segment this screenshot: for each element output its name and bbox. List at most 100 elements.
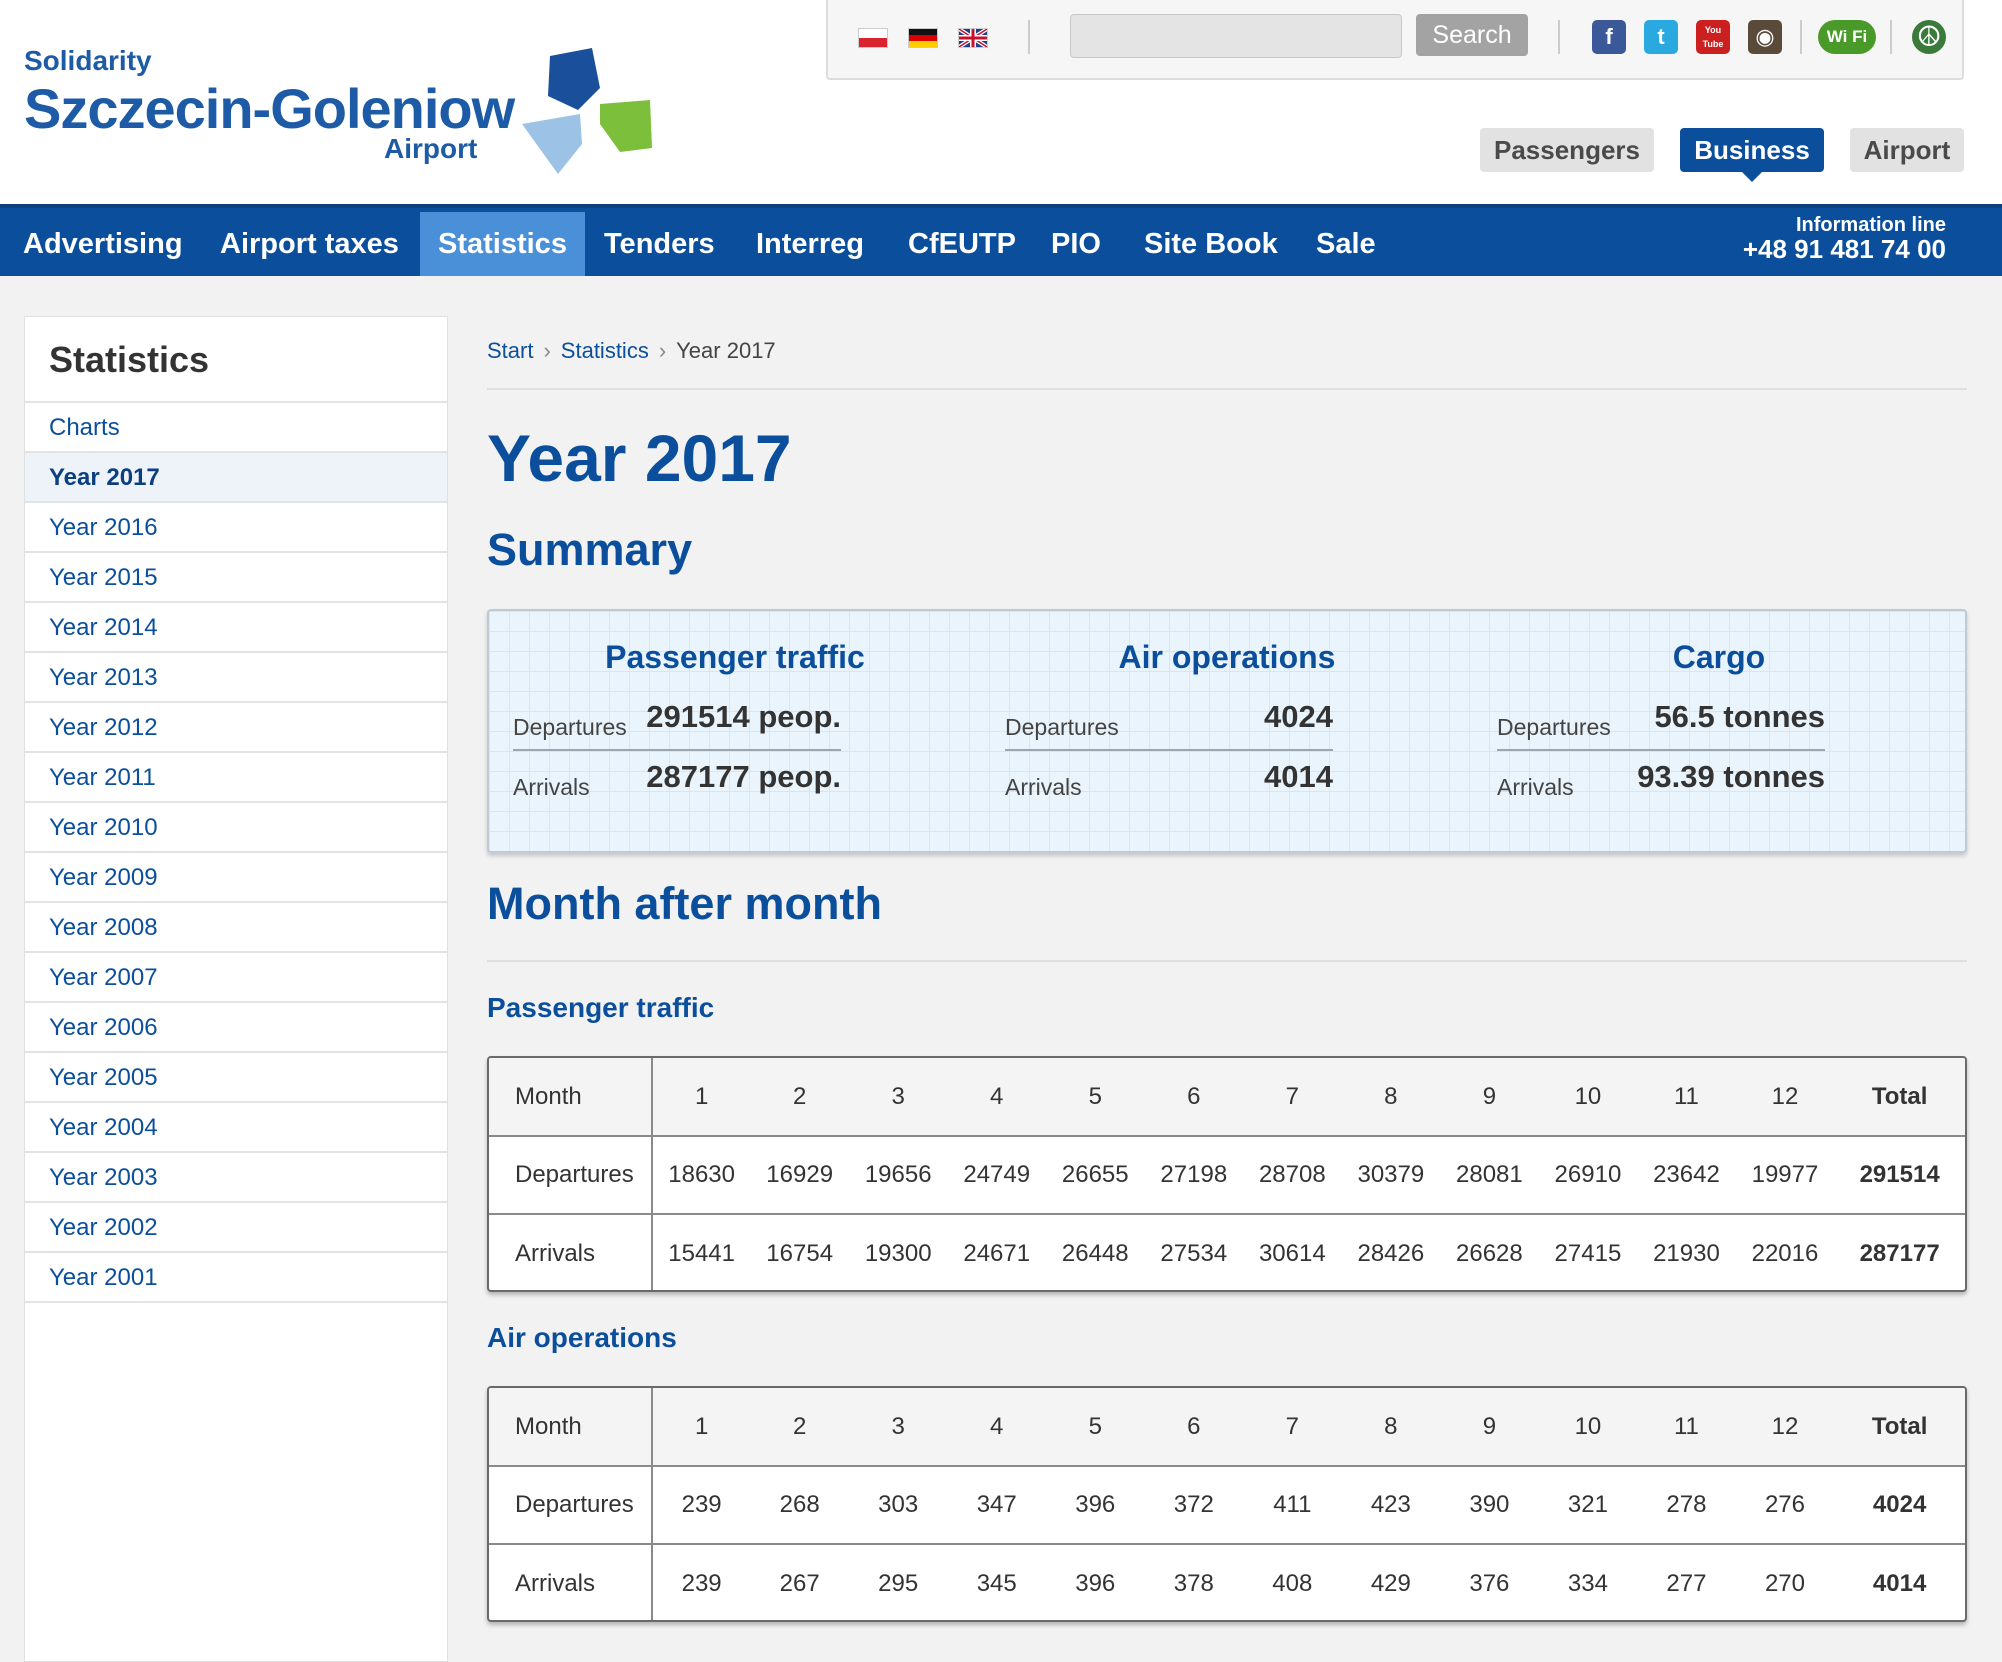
nav-item-sale[interactable]: Sale [1298, 212, 1394, 276]
flag-germany-icon[interactable] [908, 28, 938, 48]
nav-item-tenders[interactable]: Tenders [586, 212, 733, 276]
sidebar-item-year-2009[interactable]: Year 2009 [25, 853, 447, 903]
nav-item-pio[interactable]: PIO [1033, 212, 1119, 276]
sidebar-title: Statistics [25, 317, 447, 403]
sidebar-item-year-2002[interactable]: Year 2002 [25, 1203, 447, 1253]
search-input[interactable] [1070, 14, 1402, 58]
topbar-separator [1800, 20, 1802, 54]
sidebar-item-charts[interactable]: Charts [25, 403, 447, 453]
sidebar-item-year-2005[interactable]: Year 2005 [25, 1053, 447, 1103]
table-cell: 27198 [1144, 1135, 1244, 1214]
sidebar-item-year-2007[interactable]: Year 2007 [25, 953, 447, 1003]
sidebar-item-year-2012[interactable]: Year 2012 [25, 703, 447, 753]
page-title: Year 2017 [487, 421, 792, 495]
table-header-cell: 10 [1574, 1412, 1602, 1440]
table-cell: 19977 [1735, 1135, 1835, 1214]
sidebar-item-year-2011[interactable]: Year 2011 [25, 753, 447, 803]
summary-title: Cargo [1672, 639, 1766, 675]
table-cell: 27534 [1144, 1213, 1244, 1290]
table-header-cell: 10 [1574, 1082, 1602, 1110]
sidebar-item-year-2016[interactable]: Year 2016 [25, 503, 447, 553]
sidebar-item-year-2014[interactable]: Year 2014 [25, 603, 447, 653]
data-table: Month 1 2 3 4 5 6 7 8 9 10 11 12 Total Departures 18630… [489, 1058, 1965, 1290]
wifi-icon[interactable]: Wi Fi [1818, 20, 1876, 54]
table-cell: 23642 [1637, 1135, 1736, 1214]
summary-value: 93.39 tonnes [1637, 759, 1825, 794]
table-cell: 267 [750, 1543, 849, 1620]
nav-item-interreg[interactable]: Interreg [738, 212, 882, 276]
tab-airport[interactable]: Airport [1850, 128, 1964, 172]
sidebar-item-year-2015[interactable]: Year 2015 [25, 553, 447, 603]
nav-item-cfeutp[interactable]: CfEUTP [890, 212, 1034, 276]
table-cell: 303 [848, 1465, 948, 1544]
table-header-cell: 4 [990, 1412, 1004, 1440]
table-header-cell: Total [1871, 1412, 1928, 1440]
summary-departures-row: Departures 291514 peop. [513, 695, 841, 751]
nav-item-site-book[interactable]: Site Book [1126, 212, 1296, 276]
site-header: Solidarity Szczecin-Goleniow Airport Sea… [0, 0, 2002, 204]
summary-title: Passenger traffic [605, 639, 865, 675]
summary-label: Departures [513, 714, 627, 740]
table-cell: 347 [947, 1465, 1046, 1544]
flag-uk-icon[interactable] [957, 27, 989, 49]
search-button[interactable]: Search [1416, 14, 1528, 56]
table-cell: 4014 [1834, 1543, 1965, 1620]
table-cell: 429 [1341, 1543, 1441, 1620]
table-cell: 27415 [1538, 1213, 1638, 1290]
logo-sub-text: Airport [384, 133, 478, 164]
table-cell: 30379 [1341, 1135, 1441, 1214]
summary-label: Departures [1497, 714, 1611, 740]
sidebar-item-year-2001[interactable]: Year 2001 [25, 1253, 447, 1303]
flag-poland-icon[interactable] [858, 28, 888, 48]
table-cell: 334 [1538, 1543, 1638, 1620]
sidebar-item-year-2004[interactable]: Year 2004 [25, 1103, 447, 1153]
table-header-cell: 2 [792, 1082, 807, 1110]
table-cell: 28708 [1243, 1135, 1342, 1214]
table-header-cell: Month [489, 1058, 653, 1136]
sidebar-item-year-2006[interactable]: Year 2006 [25, 1003, 447, 1053]
table-cell: 26448 [1046, 1213, 1145, 1290]
summary-arrivals-row: Arrivals 4014 [1005, 753, 1333, 809]
youtube-icon[interactable]: You Tube [1696, 20, 1730, 54]
twitter-icon[interactable]: t [1644, 20, 1678, 54]
table-header-cell: 3 [891, 1412, 905, 1440]
sidebar-item-year-2010[interactable]: Year 2010 [25, 803, 447, 853]
chevron-right-icon: › [543, 338, 551, 363]
nav-item-statistics[interactable]: Statistics [420, 212, 585, 276]
table-row: Departures 239 268 303 347 396 372 411 423 390 321… [489, 1465, 1965, 1544]
table-header-cell: 4 [990, 1082, 1004, 1110]
table-cell: 372 [1144, 1465, 1244, 1544]
nav-item-airport-taxes[interactable]: Airport taxes [202, 212, 417, 276]
sidebar-item-year-2013[interactable]: Year 2013 [25, 653, 447, 703]
summary-arrivals-row: Arrivals 287177 peop. [513, 753, 841, 809]
table-cell: 18630 [651, 1135, 751, 1214]
tab-passengers[interactable]: Passengers [1480, 128, 1654, 172]
info-line-phone[interactable]: +48 91 481 74 00 [1743, 234, 1946, 265]
table-cell: 26655 [1046, 1135, 1145, 1214]
sidebar-item-year-2003[interactable]: Year 2003 [25, 1153, 447, 1203]
table-header-cell: 5 [1088, 1412, 1102, 1440]
main-nav: Advertising Airport taxes Statistics Ten… [0, 204, 2002, 276]
topbar-separator [1028, 20, 1030, 54]
summary-departures-row: Departures 56.5 tonnes [1497, 695, 1825, 751]
summary-panel: Passenger traffic Departures 291514 peop… [487, 609, 1967, 853]
instagram-icon[interactable]: ◉ [1748, 20, 1782, 54]
table-cell: 423 [1341, 1465, 1441, 1544]
summary-heading: Summary [487, 524, 693, 575]
sidebar-item-year-2017[interactable]: Year 2017 [25, 453, 447, 503]
table-header-cell: 8 [1384, 1082, 1398, 1110]
nav-item-advertising[interactable]: Advertising [5, 212, 201, 276]
table-cell: 345 [947, 1543, 1046, 1620]
breadcrumb-link-statistics[interactable]: Statistics [561, 338, 649, 363]
table-cell: 22016 [1735, 1213, 1835, 1290]
table-cell: 408 [1243, 1543, 1342, 1620]
tab-business[interactable]: Business [1680, 128, 1824, 182]
table-cell: 19300 [848, 1213, 948, 1290]
facebook-icon[interactable]: f [1592, 20, 1626, 54]
divider [487, 960, 1967, 962]
breadcrumb: Start › Statistics › Year 2017 [487, 338, 776, 364]
peace-icon[interactable]: ☮ [1912, 20, 1946, 54]
sidebar-item-year-2008[interactable]: Year 2008 [25, 903, 447, 953]
breadcrumb-link-start[interactable]: Start [487, 338, 533, 363]
row-label: Arrivals [489, 1213, 653, 1290]
